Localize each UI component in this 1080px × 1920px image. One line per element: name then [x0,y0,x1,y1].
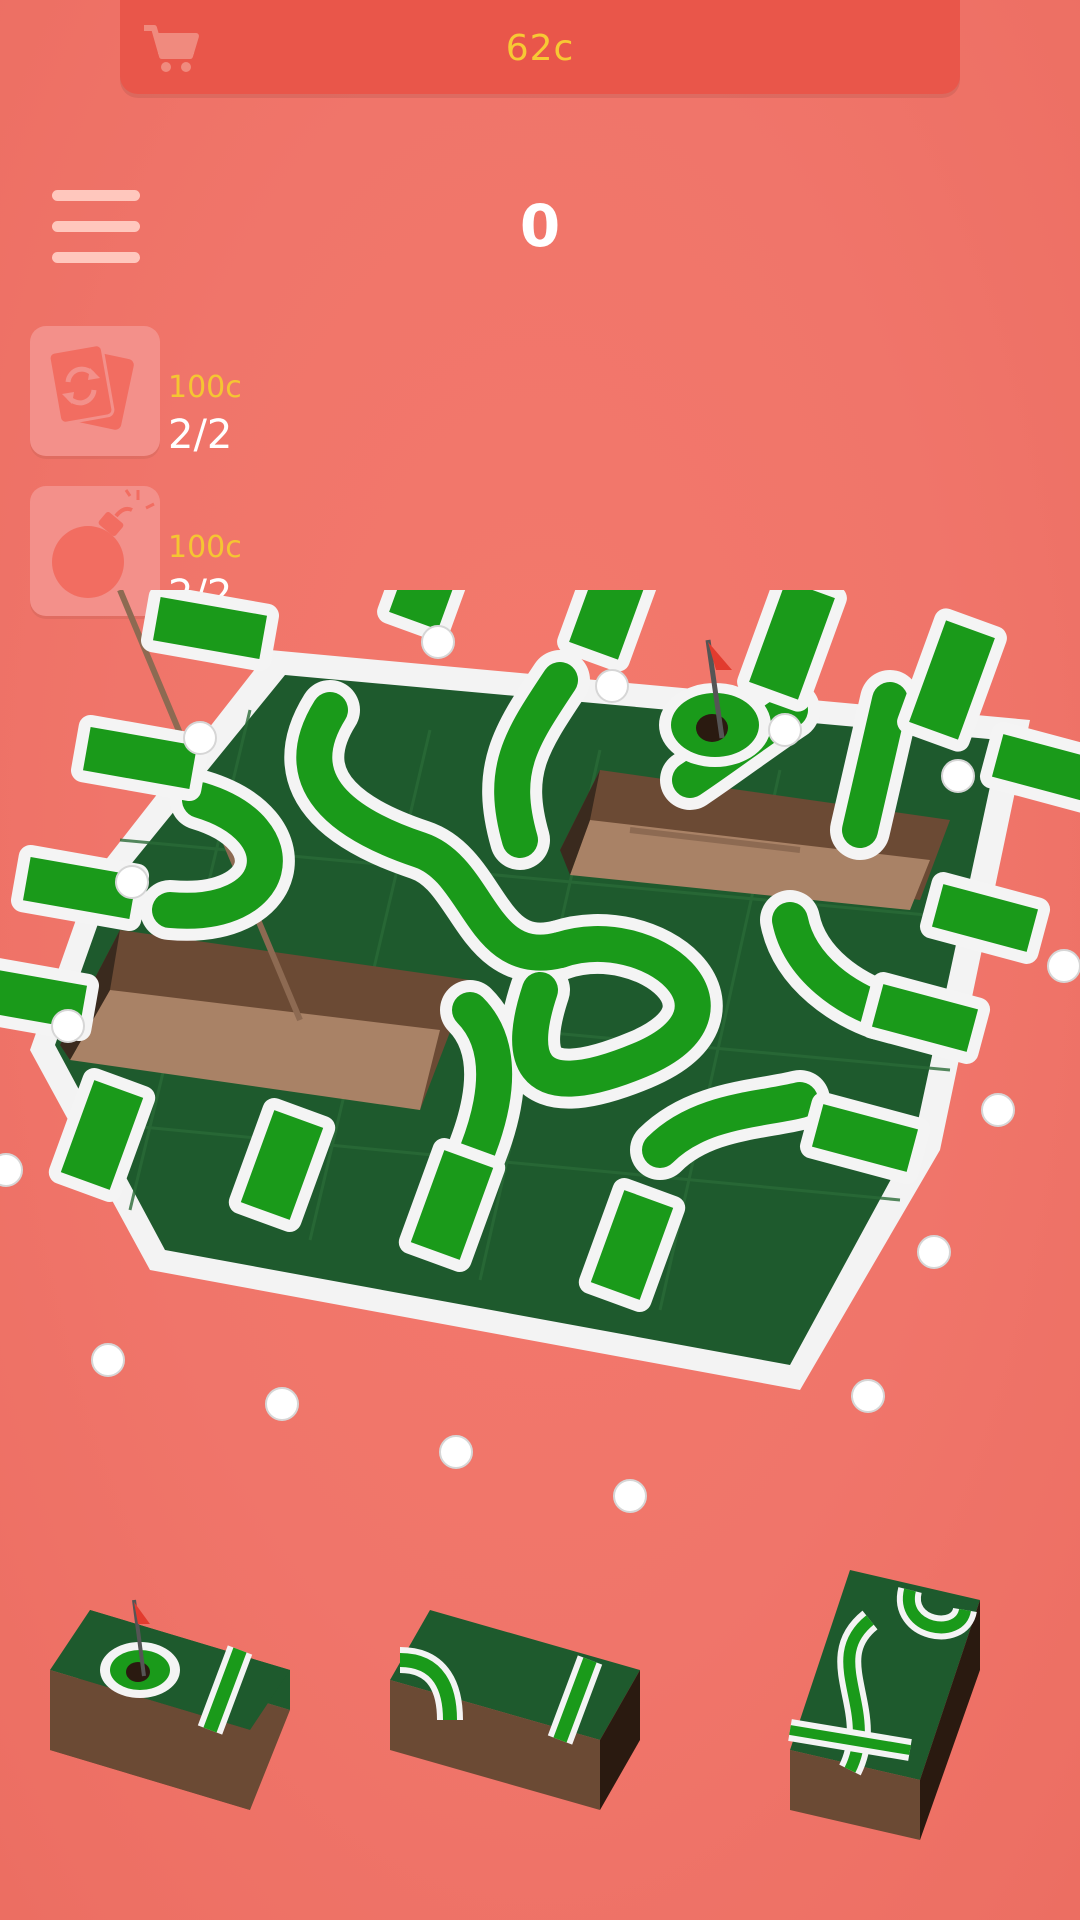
tray-piece-1[interactable] [50,1590,370,1830]
score-counter: 0 [519,192,561,260]
coin-balance: 62c [505,28,575,69]
shuffle-cards-icon [47,343,134,430]
tray-piece-2[interactable] [390,1600,710,1820]
shuffle-cost: 100c [168,370,242,405]
tray-piece-3[interactable] [760,1560,1000,1850]
puzzle-board[interactable] [0,590,1080,1570]
shuffle-powerup-button[interactable] [30,326,160,456]
top-bar: 62c [120,0,960,94]
bomb-cost: 100c [168,530,242,565]
shuffle-count: 2/2 [168,412,233,458]
